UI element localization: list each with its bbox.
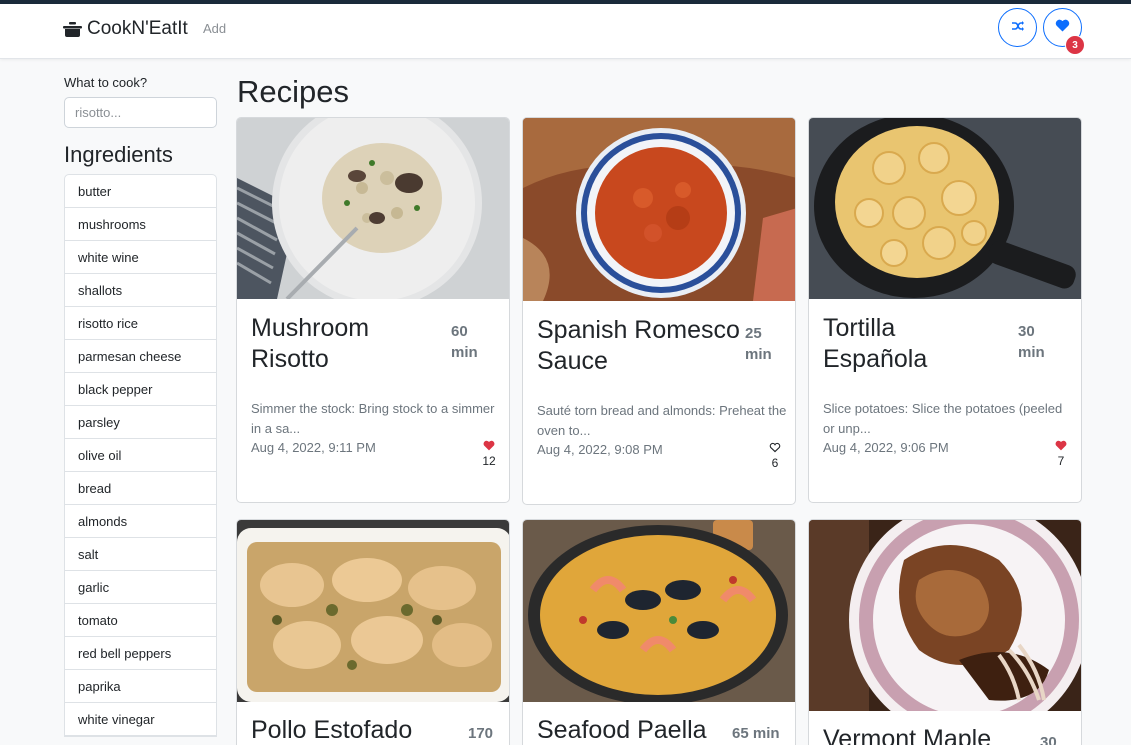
recipe-card[interactable]: Vermont Maple 30 <box>808 519 1082 745</box>
recipe-title-line: Pollo Estofado <box>251 716 413 744</box>
recipe-time: 25 min <box>745 323 772 365</box>
favorites-count-badge: 3 <box>1065 35 1085 55</box>
recipe-title-line: Spanish Romesco <box>537 316 740 344</box>
ingredient-item[interactable]: mushrooms <box>65 208 216 241</box>
recipe-time: 60 min <box>451 321 478 363</box>
search-input[interactable] <box>64 97 217 128</box>
recipe-time-value: 25 <box>745 325 762 342</box>
recipe-image-vermont <box>809 520 1081 711</box>
recipe-image-pollo <box>237 520 509 702</box>
ingredients-heading: Ingredients <box>64 142 173 167</box>
recipe-description-line: in a sa... <box>251 421 301 436</box>
recipe-time-unit: min <box>745 346 772 363</box>
recipe-description-line: Simmer the stock: Bring stock to a simme… <box>251 401 495 416</box>
recipe-time-value: 30 <box>1040 734 1057 745</box>
recipe-description-line: Sauté torn bread and almonds: Preheat th… <box>537 403 787 418</box>
navbar: CookN'EatIt Add <box>0 4 1131 59</box>
recipe-title-line: Vermont Maple <box>823 725 992 745</box>
ingredient-item[interactable]: bread <box>65 472 216 505</box>
recipe-title-line: Risotto <box>251 345 329 373</box>
recipe-time: 170 <box>468 723 493 744</box>
recipe-time-value: 30 <box>1018 323 1035 340</box>
recipe-card[interactable]: Mushroom Risotto 60 min Simmer the stock… <box>236 117 510 503</box>
like-count: 6 <box>771 456 779 470</box>
recipe-title-line: Sauce <box>537 347 608 375</box>
cooking-pot-icon <box>63 21 82 38</box>
recipe-image-risotto <box>237 118 509 299</box>
ingredient-item[interactable]: almonds <box>65 505 216 538</box>
ingredient-item[interactable]: white wine <box>65 241 216 274</box>
recipe-time-unit: min <box>451 344 478 361</box>
recipe-date: Aug 4, 2022, 9:11 PM <box>251 440 376 455</box>
recipe-card[interactable]: Pollo Estofado 170 <box>236 519 510 745</box>
ingredient-item[interactable]: parmesan cheese <box>65 340 216 373</box>
recipe-time: 65 min <box>732 723 780 744</box>
nav-add-link[interactable]: Add <box>203 21 226 36</box>
ingredient-item[interactable]: garlic <box>65 571 216 604</box>
ingredient-item[interactable]: red bell peppers <box>65 637 216 670</box>
ingredient-item[interactable]: parsley <box>65 406 216 439</box>
heart-icon <box>1055 19 1070 37</box>
recipe-card[interactable]: Spanish Romesco Sauce 25 min Sauté torn … <box>522 117 796 505</box>
recipe-image-tortilla <box>809 118 1081 299</box>
page-title: Recipes <box>237 74 349 109</box>
recipe-time-value: 170 <box>468 725 494 742</box>
ingredient-item[interactable]: butter <box>65 175 216 208</box>
brand-link[interactable]: CookN'EatIt <box>63 18 188 40</box>
recipe-time-value: 60 <box>451 323 468 340</box>
recipe-image-romesco <box>523 118 795 301</box>
recipe-title-line: Seafood Paella <box>537 716 707 744</box>
ingredient-item[interactable]: paprika <box>65 670 216 703</box>
ingredient-item[interactable]: risotto rice <box>65 307 216 340</box>
recipe-title-line: Tortilla <box>823 314 896 342</box>
recipe-date: Aug 4, 2022, 9:08 PM <box>537 442 663 457</box>
like-button[interactable]: 12 <box>479 440 499 468</box>
heart-filled-icon <box>479 440 499 451</box>
recipe-description: Simmer the stock: Bring stock to a simme… <box>251 399 501 439</box>
recipe-description-line: oven to... <box>537 423 591 438</box>
like-count: 7 <box>1057 454 1065 468</box>
random-recipe-button[interactable] <box>998 8 1037 47</box>
like-button[interactable]: 6 <box>765 442 785 470</box>
ingredient-item[interactable]: salt <box>65 538 216 571</box>
recipe-card[interactable]: Seafood Paella 65 min <box>522 519 796 745</box>
recipe-time: 30 min <box>1018 321 1045 363</box>
brand-name: CookN'EatIt <box>87 18 188 39</box>
recipe-title-line: Española <box>823 345 928 373</box>
ingredient-item[interactable]: white vinegar <box>65 703 216 736</box>
recipe-title[interactable]: Spanish Romesco Sauce <box>537 315 740 377</box>
recipe-date: Aug 4, 2022, 9:06 PM <box>823 440 949 455</box>
recipe-description: Slice potatoes: Slice the potatoes (peel… <box>823 399 1073 439</box>
recipe-title[interactable]: Mushroom Risotto <box>251 313 369 375</box>
recipe-card[interactable]: Tortilla Española 30 min Slice potatoes:… <box>808 117 1082 503</box>
recipe-title-line: Mushroom <box>251 314 370 342</box>
heart-outline-icon <box>765 442 785 453</box>
like-count: 12 <box>482 454 496 468</box>
recipe-title[interactable]: Pollo Estofado <box>251 715 412 745</box>
recipe-time: 30 <box>1040 732 1057 745</box>
recipe-time-value: 65 min <box>732 725 780 742</box>
ingredient-item[interactable]: tomato <box>65 604 216 637</box>
ingredient-item[interactable]: olive oil <box>65 439 216 472</box>
recipe-description: Sauté torn bread and almonds: Preheat th… <box>537 401 787 441</box>
recipe-title[interactable]: Vermont Maple <box>823 724 991 745</box>
shuffle-icon <box>1011 19 1025 37</box>
ingredient-item[interactable]: black pepper <box>65 373 216 406</box>
recipe-title[interactable]: Seafood Paella <box>537 715 707 745</box>
recipe-description-line: or unp... <box>823 421 871 436</box>
ingredients-list: butter mushrooms white wine shallots ris… <box>64 174 217 737</box>
recipe-description-line: Slice potatoes: Slice the potatoes (peel… <box>823 401 1063 416</box>
recipe-time-unit: min <box>1018 344 1045 361</box>
recipe-title[interactable]: Tortilla Española <box>823 313 927 375</box>
recipe-image-paella <box>523 520 795 702</box>
heart-filled-icon <box>1051 440 1071 451</box>
like-button[interactable]: 7 <box>1051 440 1071 468</box>
ingredient-item[interactable]: shallots <box>65 274 216 307</box>
search-label: What to cook? <box>64 75 148 90</box>
